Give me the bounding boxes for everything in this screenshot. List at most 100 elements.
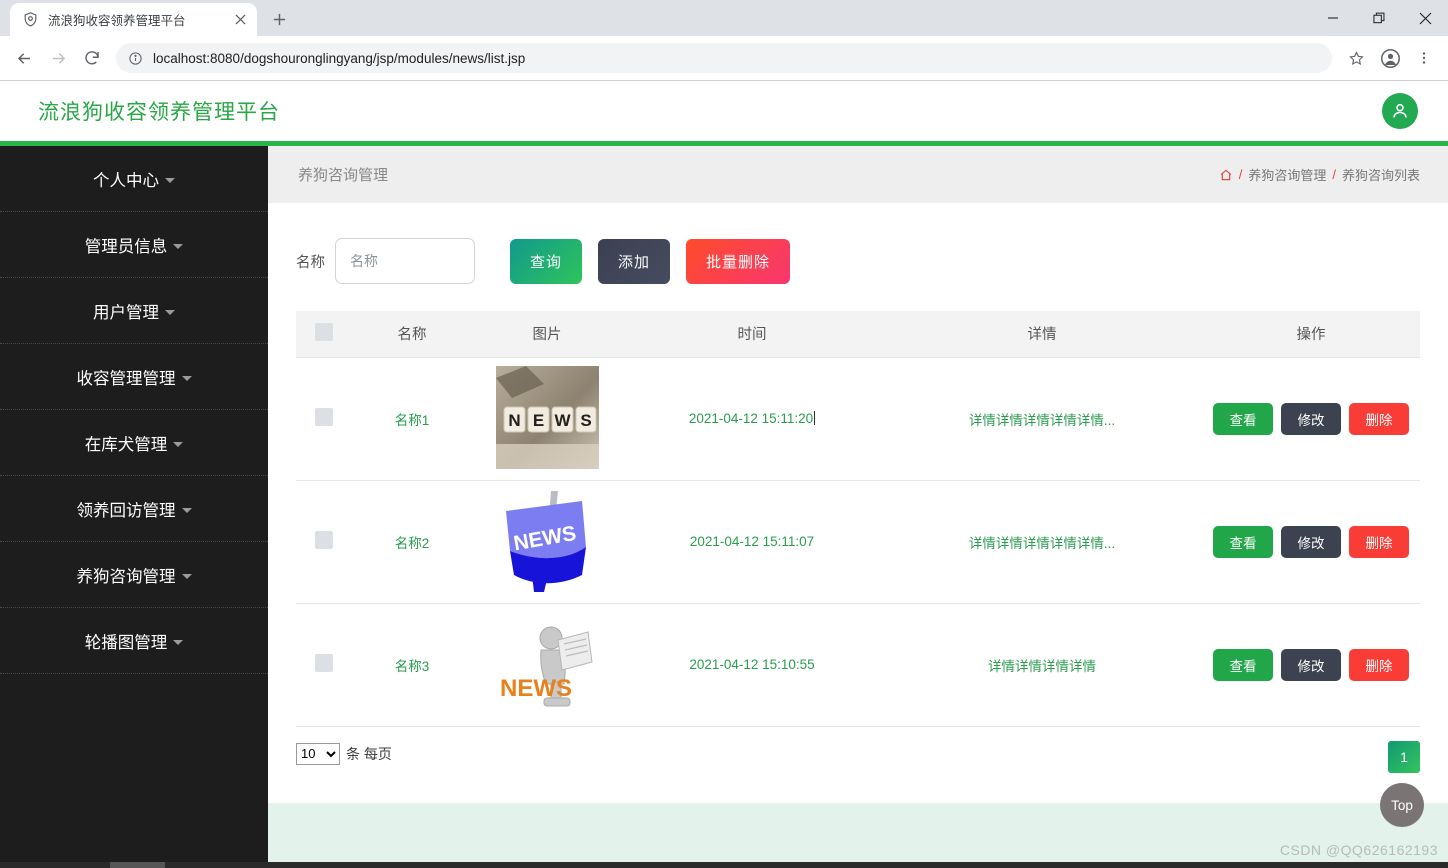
page-size-select[interactable]: 10 20 50 100: [296, 742, 340, 765]
table-row: 名称2 NEWS 2021-04-12 15:11:07 详情详情详情详情详情.…: [296, 480, 1420, 604]
breadcrumb-bar: 养狗咨询管理 / 养狗咨询管理 / 养狗咨询列表: [268, 146, 1448, 203]
batch-delete-button[interactable]: 批量删除: [686, 238, 791, 284]
scroll-to-top-button[interactable]: Top: [1380, 783, 1424, 827]
app-title: 流浪狗收容领养管理平台: [38, 101, 280, 124]
sidebar-item-admin-info[interactable]: 管理员信息: [0, 212, 268, 278]
reload-icon[interactable]: [76, 42, 108, 74]
sidebar-item-label: 管理员信息: [84, 237, 168, 256]
delete-button[interactable]: 删除: [1349, 525, 1409, 558]
page-number-button[interactable]: 1: [1388, 741, 1420, 773]
address-bar[interactable]: localhost:8080/dogshouronglingyang/jsp/m…: [116, 43, 1332, 73]
sidebar-item-label: 用户管理: [93, 303, 159, 322]
sidebar-item-user-management[interactable]: 用户管理: [0, 278, 268, 344]
svg-text:S: S: [580, 411, 591, 430]
taskbar-strip: [0, 862, 1448, 868]
chevron-down-icon: [173, 640, 184, 645]
cell-time: 2021-04-12 15:11:20: [622, 357, 882, 481]
edit-button[interactable]: 修改: [1281, 648, 1341, 681]
search-input[interactable]: [335, 238, 475, 284]
view-button[interactable]: 查看: [1213, 402, 1273, 435]
body-row: 个人中心 管理员信息 用户管理 收容管理管理 在库犬管理 领养回访管理 养狗咨询…: [0, 146, 1448, 865]
svg-text:NEWS: NEWS: [500, 675, 572, 702]
data-table: 名称 图片 时间 详情 操作 名称1 N E W S 2021-04-12 15…: [296, 311, 1420, 727]
news-dice-photo[interactable]: N E W S: [495, 365, 599, 469]
sidebar-item-shelter-management[interactable]: 收容管理管理: [0, 344, 268, 410]
sidebar-item-adoption-followup[interactable]: 领养回访管理: [0, 476, 268, 542]
row-checkbox[interactable]: [315, 531, 333, 549]
view-button[interactable]: 查看: [1213, 525, 1273, 558]
page-title: 养狗咨询管理: [298, 167, 389, 184]
cell-image: NEWS: [472, 480, 622, 604]
edit-button[interactable]: 修改: [1281, 525, 1341, 558]
browser-chrome: 流浪狗收容领养管理平台 localhost:8080/dogshourongli…: [0, 0, 1448, 81]
close-icon[interactable]: [231, 11, 249, 29]
sidebar-item-dog-consultation[interactable]: 养狗咨询管理: [0, 542, 268, 608]
avatar[interactable]: [1382, 93, 1418, 129]
info-circle-icon[interactable]: [128, 51, 143, 66]
home-icon[interactable]: [1219, 168, 1233, 182]
cell-image: NEWS: [472, 603, 622, 727]
select-all-checkbox[interactable]: [315, 322, 333, 341]
svg-text:E: E: [532, 411, 543, 430]
cell-time-text: 2021-04-12 15:11:20: [688, 411, 814, 426]
filter-toolbar: 名称 查询 添加 批量删除: [296, 237, 1420, 285]
news-reader-figure-photo[interactable]: NEWS: [495, 611, 599, 715]
cell-detail[interactable]: 详情详情详情详情详情...: [882, 357, 1202, 481]
arrow-left-icon[interactable]: [8, 42, 40, 74]
row-action-group: 查看 修改 删除: [1202, 525, 1420, 558]
user-avatar-icon[interactable]: [1374, 42, 1406, 74]
cell-actions: 查看 修改 删除: [1202, 603, 1420, 727]
close-window-icon[interactable]: [1402, 0, 1448, 36]
cell-name[interactable]: 名称3: [352, 603, 472, 727]
query-button[interactable]: 查询: [510, 238, 583, 284]
text-cursor: [814, 411, 816, 425]
taskbar-active-item[interactable]: [110, 862, 165, 868]
cell-actions: 查看 修改 删除: [1202, 480, 1420, 604]
sidebar-item-personal-center[interactable]: 个人中心: [0, 146, 268, 212]
cell-detail[interactable]: 详情详情详情详情详情...: [882, 480, 1202, 604]
page-size-suffix: 条 每页: [346, 745, 392, 762]
cell-time: 2021-04-12 15:11:07: [622, 480, 882, 604]
add-button[interactable]: 添加: [598, 238, 671, 284]
cell-name[interactable]: 名称2: [352, 480, 472, 604]
chevron-down-icon: [165, 310, 175, 315]
row-checkbox[interactable]: [315, 654, 333, 672]
sidebar-item-carousel-management[interactable]: 轮播图管理: [0, 608, 268, 674]
delete-button[interactable]: 删除: [1349, 648, 1409, 681]
cell-actions: 查看 修改 删除: [1202, 357, 1420, 481]
star-icon[interactable]: [1340, 42, 1372, 74]
breadcrumb-level-1[interactable]: 养狗咨询管理: [1248, 165, 1326, 184]
row-select-cell: [296, 480, 352, 604]
view-button[interactable]: 查看: [1213, 648, 1273, 681]
three-dots-icon[interactable]: [1408, 42, 1440, 74]
svg-text:N: N: [508, 411, 520, 430]
sidebar-item-label: 在库犬管理: [84, 435, 168, 454]
content-panel: 名称 查询 添加 批量删除 名称 图片: [268, 203, 1448, 803]
column-select-all: [296, 311, 352, 358]
browser-tab[interactable]: 流浪狗收容领养管理平台: [10, 3, 257, 36]
column-name: 名称: [352, 311, 472, 358]
arrow-right-icon[interactable]: [42, 42, 74, 74]
table-body: 名称1 N E W S 2021-04-12 15:11:20 详情详情详情详情…: [296, 357, 1420, 727]
table-header-row: 名称 图片 时间 详情 操作: [296, 311, 1420, 358]
edit-button[interactable]: 修改: [1281, 402, 1341, 435]
application: 流浪狗收容领养管理平台 个人中心 管理员信息 用户管理 收容管理管理 在库犬管理…: [0, 81, 1448, 865]
table-row: 名称3 NEWS 2021-04-12 15:10:55 详情详情详情详情 查看…: [296, 603, 1420, 727]
name-filter-label: 名称: [296, 254, 325, 271]
new-tab-button[interactable]: [265, 5, 293, 33]
maximize-icon[interactable]: [1356, 0, 1402, 36]
url-text: localhost:8080/dogshouronglingyang/jsp/m…: [153, 50, 526, 66]
news-blue-flag-photo[interactable]: NEWS: [495, 488, 599, 592]
minimize-icon[interactable]: [1310, 0, 1356, 36]
row-action-group: 查看 修改 删除: [1202, 648, 1420, 681]
column-time: 时间: [622, 311, 882, 358]
table-header: 名称 图片 时间 详情 操作: [296, 311, 1420, 358]
row-checkbox[interactable]: [315, 408, 333, 426]
sidebar-item-dogs-in-stock[interactable]: 在库犬管理: [0, 410, 268, 476]
app-header: 流浪狗收容领养管理平台: [0, 81, 1448, 141]
cell-detail[interactable]: 详情详情详情详情: [882, 603, 1202, 727]
sidebar-item-label: 轮播图管理: [84, 633, 168, 652]
row-action-group: 查看 修改 删除: [1202, 402, 1420, 435]
cell-name[interactable]: 名称1: [352, 357, 472, 481]
delete-button[interactable]: 删除: [1349, 402, 1409, 435]
